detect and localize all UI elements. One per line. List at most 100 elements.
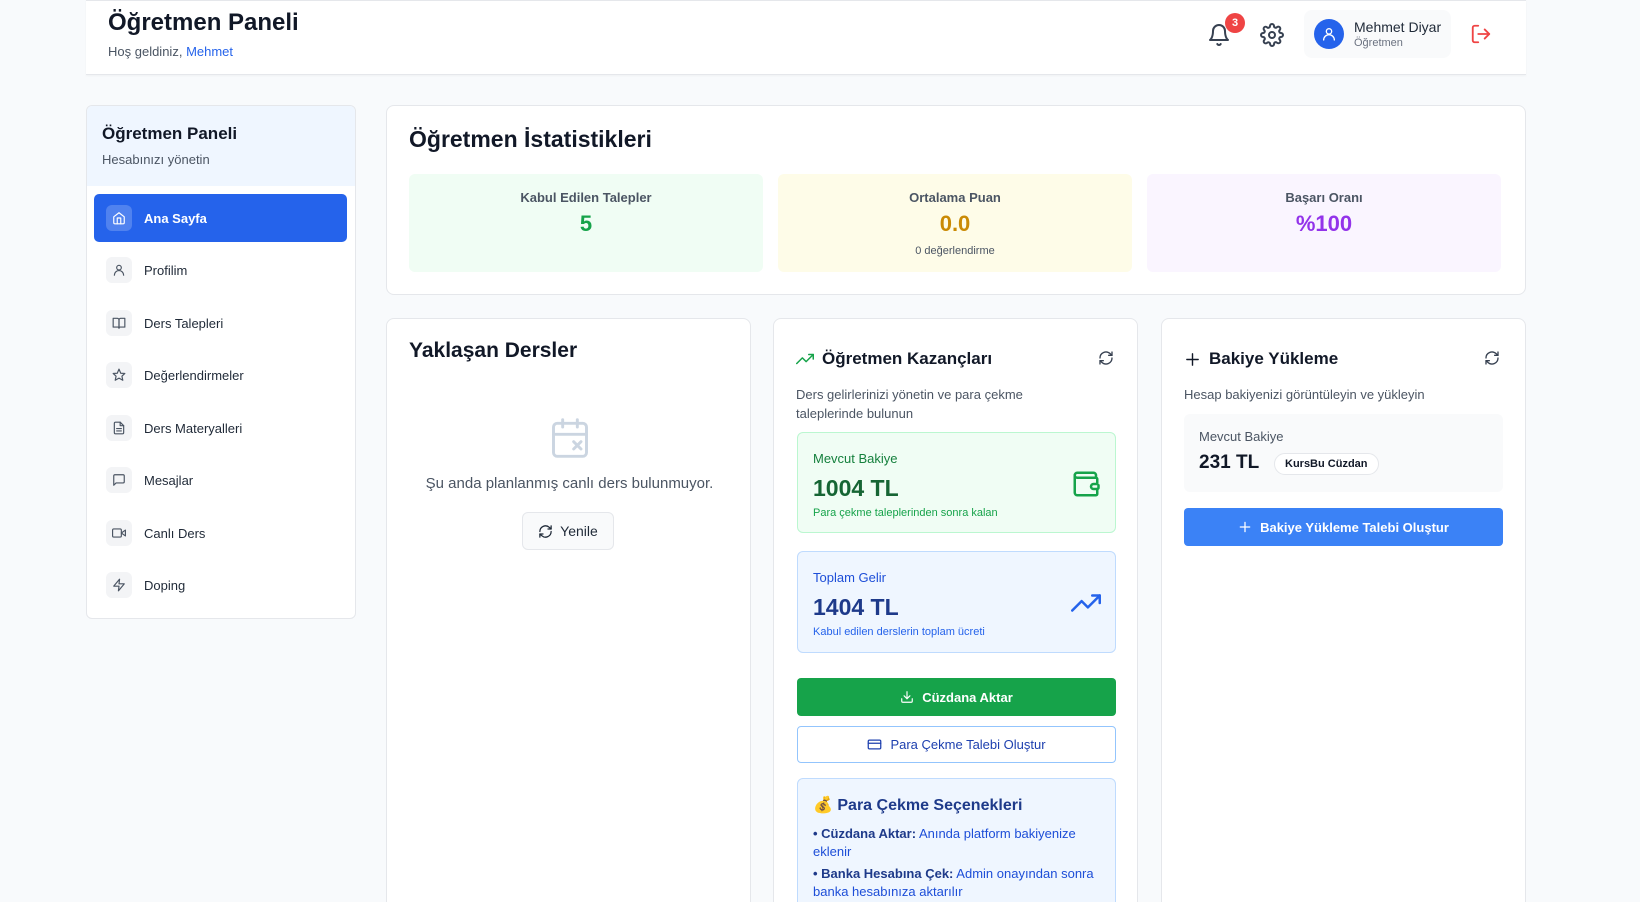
message-icon [106,467,132,493]
sidebar-subtitle: Hesabınızı yönetin [102,152,210,167]
video-icon [106,520,132,546]
trending-up-icon [796,353,814,365]
sidebar-header: Öğretmen Paneli Hesabınızı yönetin [87,106,355,186]
wallet-icon [1071,469,1101,499]
withdraw-options-box: 💰 Para Çekme Seçenekleri • Cüzdana Aktar… [797,778,1116,902]
book-icon [106,310,132,336]
option-bank-title: • Banka Hesabına Çek: [813,866,954,881]
refresh-icon[interactable] [1098,350,1118,370]
total-income-value: 1404 TL [813,594,899,620]
stat-value: 0.0 [939,211,971,236]
topup-description: Hesap bakiyenizi görüntüleyin ve yükleyi… [1184,387,1425,402]
create-topup-label: Bakiye Yükleme Talebi Oluştur [1260,519,1449,535]
total-income-box: Toplam Gelir 1404 TL Kabul edilen dersle… [797,551,1116,653]
current-balance-sub: Para çekme taleplerinden sonra kalan [813,507,998,519]
refresh-button[interactable]: Yenile [522,512,614,550]
sidebar-item-label: Ders Talepleri [144,315,224,331]
stats-card: Öğretmen İstatistikleri Kabul Edilen Tal… [386,105,1526,295]
star-icon [106,362,132,388]
refresh-label: Yenile [560,523,598,539]
current-balance-box: Mevcut Bakiye 1004 TL Para çekme taleple… [797,432,1116,533]
sidebar-item-canli-ders[interactable]: Canlı Ders [94,509,347,557]
withdraw-request-button[interactable]: Para Çekme Talebi Oluştur [797,726,1116,763]
logout-icon[interactable] [1470,23,1492,45]
plus-icon [1186,352,1199,366]
download-icon [901,691,914,703]
sidebar-title: Öğretmen Paneli [102,124,238,143]
sidebar-item-label: Ders Materyalleri [144,420,243,436]
sidebar-item-label: Mesajlar [144,472,194,488]
current-balance-label: Mevcut Bakiye [1199,429,1284,444]
sidebar: Öğretmen Paneli Hesabınızı yönetin Ana S… [86,105,356,619]
stat-label: Başarı Oranı [1285,190,1363,205]
sidebar-item-label: Doping [144,577,186,593]
trending-up-icon [1071,588,1101,618]
document-icon [106,415,132,441]
sidebar-item-doping[interactable]: Doping [94,561,347,609]
topup-header: Bakiye Yükleme [1184,349,1338,369]
transfer-label: Cüzdana Aktar [922,689,1013,705]
current-balance-value: 1004 TL [813,475,899,501]
user-icon [106,257,132,283]
gear-icon[interactable] [1260,23,1284,47]
withdraw-label: Para Çekme Talebi Oluştur [890,737,1046,752]
stat-rating: Ortalama Puan 0.0 0 değerlendirme [778,174,1132,272]
stat-value: %100 [1295,211,1353,236]
sidebar-item-degerlendirmeler[interactable]: Değerlendirmeler [94,351,347,399]
stat-success: Başarı Oranı %100 [1147,174,1501,272]
welcome-text: Hoş geldiniz, Mehmet [108,44,233,59]
notification-badge: 3 [1225,13,1245,33]
earnings-header: Öğretmen Kazançları [796,349,992,369]
welcome-prefix: Hoş geldiniz, [108,44,183,59]
options-title: 💰 Para Çekme Seçenekleri [813,797,1023,814]
empty-state-text: Şu anda planlanmış canlı ders bulunmuyor… [425,475,714,492]
page-title: Öğretmen Paneli [108,9,299,36]
stat-label: Kabul Edilen Talepler [520,190,652,205]
option-bank: • Banka Hesabına Çek: Admin onayından so… [813,865,1103,901]
current-balance-label: Mevcut Bakiye [813,451,898,466]
earnings-title: Öğretmen Kazançları [822,349,993,368]
option-wallet: • Cüzdana Aktar: Anında platform bakiyen… [813,825,1103,861]
refresh-icon [539,524,552,538]
calendar-x-icon [548,416,592,460]
create-topup-request-button[interactable]: Bakiye Yükleme Talebi Oluştur [1184,508,1503,546]
total-income-label: Toplam Gelir [813,570,886,585]
plus-icon [1239,521,1251,533]
upcoming-lessons-card: Yaklaşan Dersler Şu anda planlanmış canl… [386,318,751,902]
sidebar-item-mesajlar[interactable]: Mesajlar [94,456,347,504]
total-income-sub: Kabul edilen derslerin toplam ücreti [813,626,985,638]
wallet-badge: KursBu Cüzdan [1274,453,1379,475]
sidebar-item-ders-materyalleri[interactable]: Ders Materyalleri [94,404,347,452]
sidebar-item-profilim[interactable]: Profilim [94,246,347,294]
user-role: Öğretmen [1354,37,1403,49]
earnings-description: Ders gelirlerinizi yönetin ve para çekme… [796,387,1023,421]
refresh-icon[interactable] [1484,350,1504,370]
bolt-icon [106,572,132,598]
credit-card-icon [868,739,882,750]
earnings-card: Öğretmen Kazançları Ders gelirlerinizi y… [773,318,1138,902]
transfer-to-wallet-button[interactable]: Cüzdana Aktar [797,678,1116,716]
current-balance-box: Mevcut Bakiye 231 TL KursBu Cüzdan [1184,414,1503,492]
sidebar-item-label: Canlı Ders [144,525,206,541]
current-balance-value: 231 TL [1199,452,1260,473]
sidebar-item-label: Değerlendirmeler [144,367,244,383]
user-name: Mehmet Diyar [1354,19,1442,35]
sidebar-item-label: Profilim [144,262,188,278]
avatar [1314,19,1344,49]
welcome-name: Mehmet [186,44,234,59]
lessons-title: Yaklaşan Dersler [409,339,578,362]
stats-title: Öğretmen İstatistikleri [409,126,652,152]
stat-label: Ortalama Puan [909,190,1001,205]
stat-sub: 0 değerlendirme [915,245,995,257]
sidebar-item-label: Ana Sayfa [144,210,207,226]
home-icon [106,205,132,231]
top-header: Öğretmen Paneli Hoş geldiniz, Mehmet 3 M… [86,0,1526,75]
sidebar-item-ana-sayfa[interactable]: Ana Sayfa [94,194,347,242]
user-menu[interactable]: Mehmet Diyar Öğretmen [1304,10,1451,58]
topup-title: Bakiye Yükleme [1209,349,1339,368]
sidebar-item-ders-talepleri[interactable]: Ders Talepleri [94,299,347,347]
balance-topup-card: Bakiye Yükleme Hesap bakiyenizi görüntül… [1161,318,1526,902]
stat-value: 5 [579,211,593,236]
stat-accepted: Kabul Edilen Talepler 5 [409,174,763,272]
user-icon [1323,28,1335,41]
